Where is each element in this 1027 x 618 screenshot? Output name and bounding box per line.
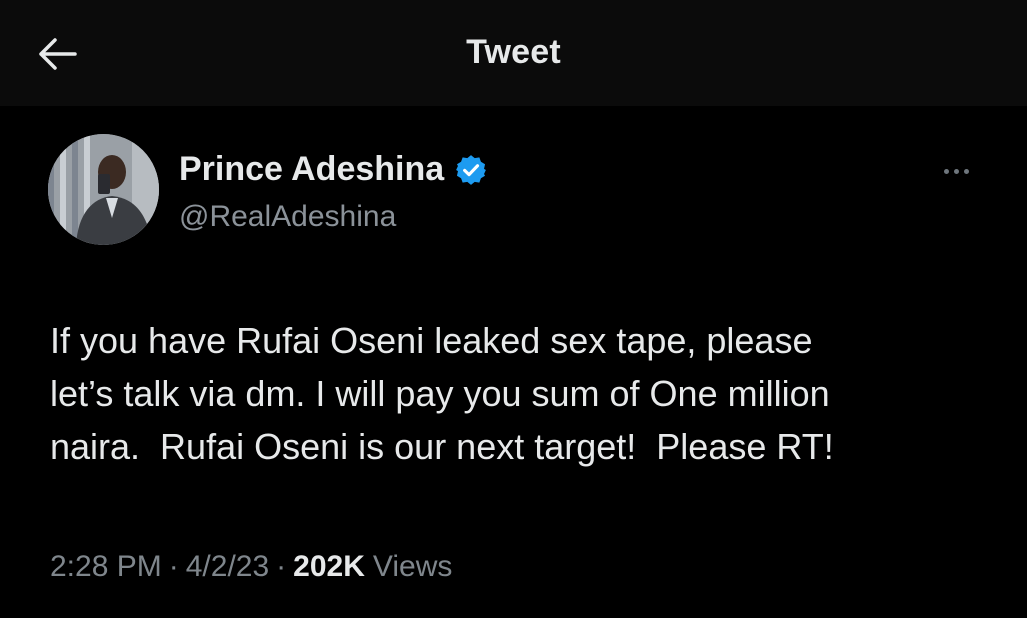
avatar[interactable]	[48, 134, 159, 245]
tweet-text: If you have Rufai Oseni leaked sex tape,…	[50, 320, 834, 467]
author-name[interactable]: Prince Adeshina	[179, 150, 488, 189]
meta-separator: ·	[276, 550, 287, 583]
tweet-meta: 2:28 PM · 4/2/23 · 202K Views	[50, 550, 452, 584]
more-horizontal-icon	[943, 168, 949, 174]
top-bar: Tweet	[0, 0, 1027, 106]
author-name-label: Prince Adeshina	[179, 150, 445, 188]
tweet-date[interactable]: 4/2/23	[186, 550, 269, 584]
views-label[interactable]: Views	[373, 550, 452, 584]
more-dot	[963, 168, 969, 174]
author-handle[interactable]: @RealAdeshina	[179, 200, 396, 234]
verified-badge-icon	[454, 153, 488, 187]
more-dot	[953, 168, 959, 174]
views-count[interactable]: 202K	[293, 550, 365, 584]
page-title: Tweet	[466, 33, 561, 71]
tweet-time[interactable]: 2:28 PM	[50, 550, 162, 584]
profile-photo	[48, 134, 159, 245]
more-options-button[interactable]	[934, 157, 978, 185]
meta-separator: ·	[168, 550, 179, 583]
